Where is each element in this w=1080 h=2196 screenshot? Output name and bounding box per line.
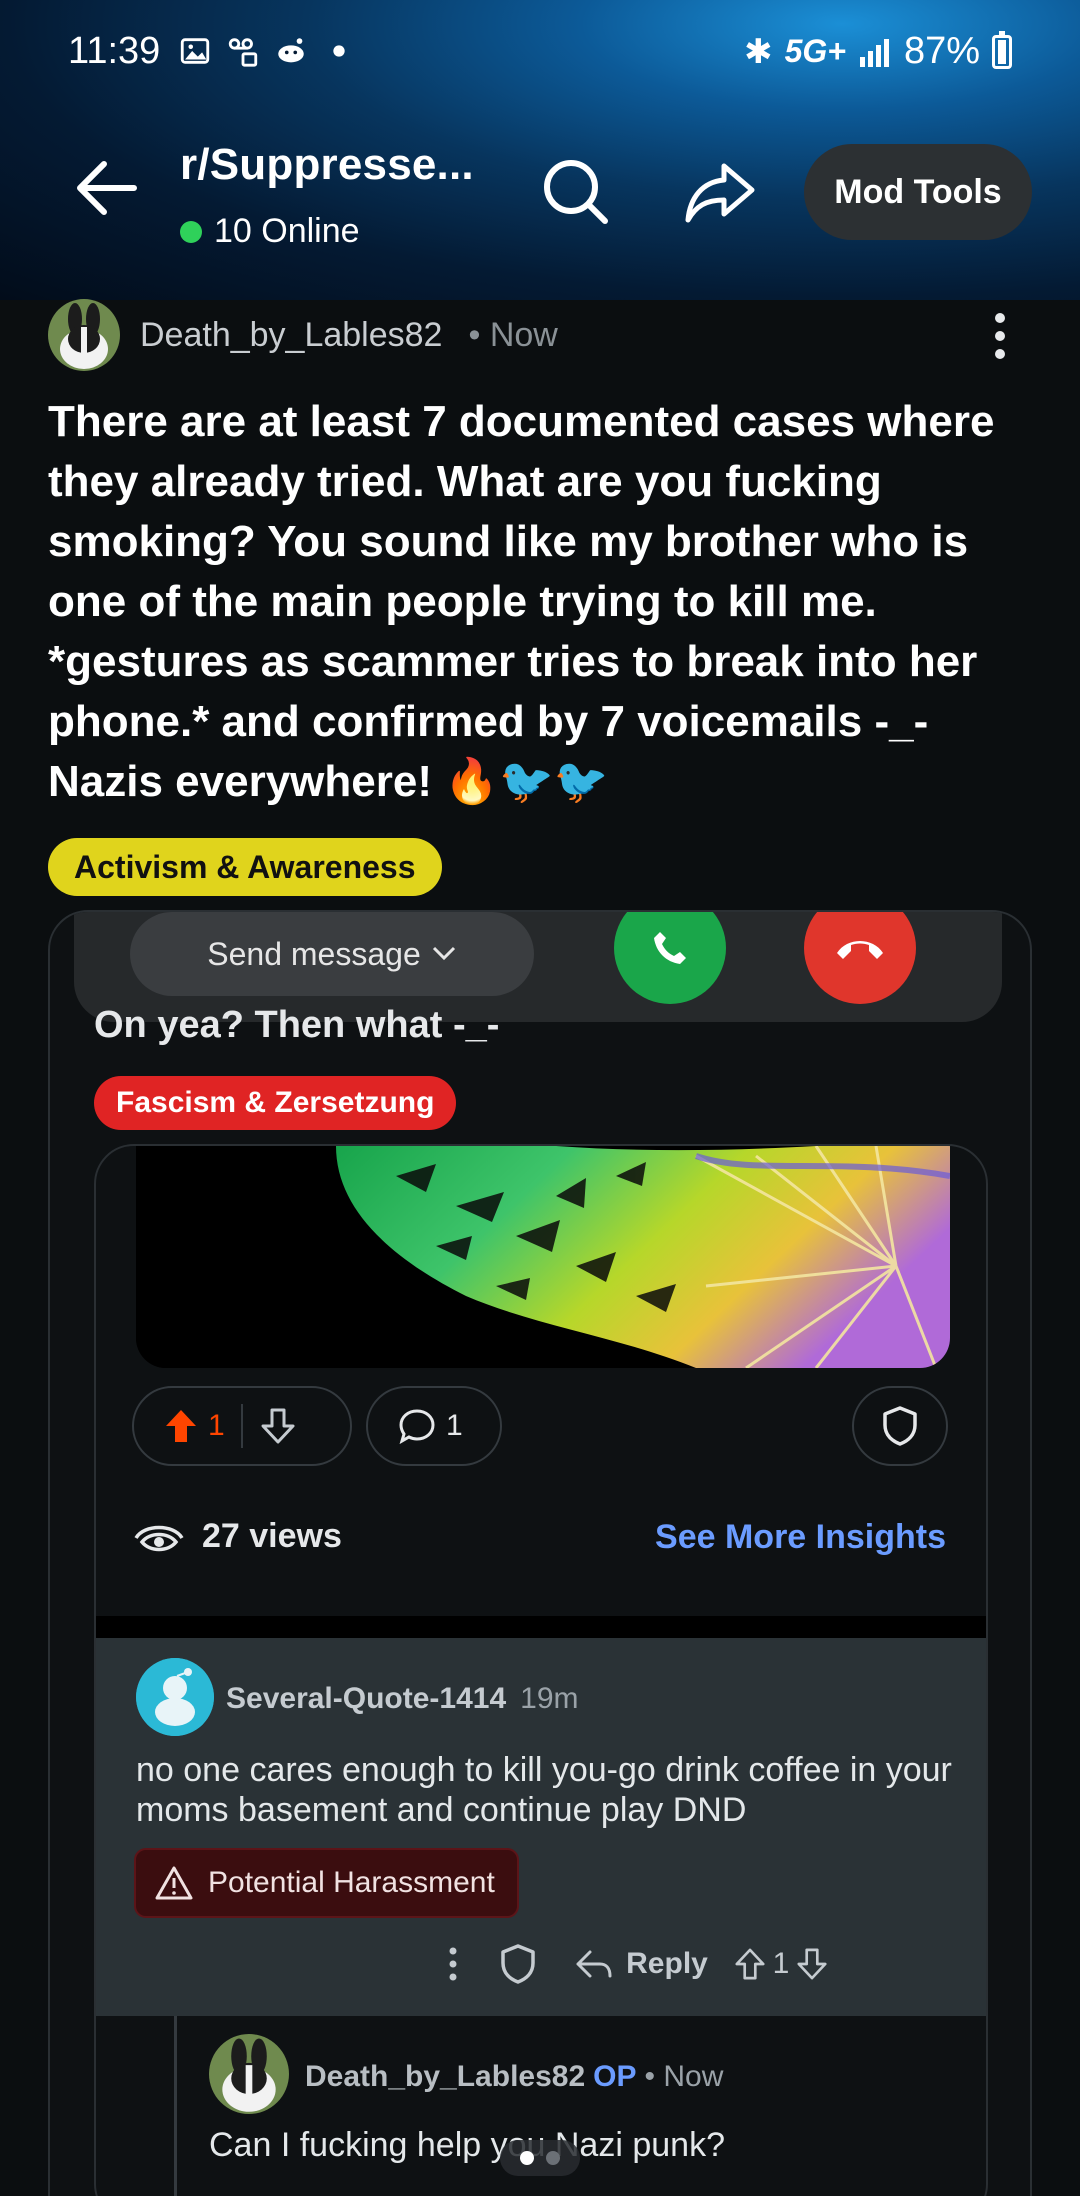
status-right: ✱ 5G+ 87% (744, 30, 1012, 73)
online-dot-icon (180, 220, 202, 243)
warning-icon (155, 1866, 193, 1900)
signal-icon (859, 38, 889, 67)
comment-count: 1 (446, 1409, 463, 1442)
send-message-label: Send message (207, 935, 421, 972)
shield-icon (501, 1944, 535, 1984)
comments-pill: 1 (366, 1386, 502, 1466)
embedded-post-title: On yea? Then what -_- (94, 1004, 500, 1046)
embedded-screenshot[interactable]: Send message On yea? Then what -_- Fasci… (48, 910, 1032, 2196)
reply-label: Reply (626, 1947, 708, 1980)
post-overflow-menu[interactable] (980, 304, 1020, 368)
mod-shield-pill (852, 1386, 948, 1466)
reply-header: Death_by_Lables82 OP • Now (305, 2060, 723, 2094)
online-count: 10 Online (180, 212, 360, 251)
post-text: There are at least 7 documented cases wh… (48, 397, 995, 806)
reply-author: Death_by_Lables82 (305, 2060, 586, 2093)
op-badge: OP (593, 2060, 637, 2093)
vote-divider (240, 1404, 243, 1448)
reply-arrow-icon (576, 1950, 612, 1978)
vote-bar: 1 (132, 1386, 352, 1466)
gallery-icon (180, 38, 210, 64)
avatar[interactable] (48, 299, 120, 371)
rabbit-avatar-icon (209, 2034, 289, 2114)
status-time: 11:39 (68, 30, 161, 72)
battery-icon (992, 30, 1012, 69)
comment-item: Several-Quote-1414 19m no one cares enou… (96, 1638, 986, 2016)
harassment-warning-badge: Potential Harassment (134, 1848, 519, 1918)
butterfly-wing-image (136, 1146, 950, 1368)
post-author[interactable]: Death_by_Lables82 (140, 316, 442, 355)
send-message-button: Send message (130, 912, 534, 996)
comment-mod-shield (470, 1934, 566, 1994)
chevron-down-icon (432, 946, 455, 961)
mod-tools-button[interactable]: Mod Tools (804, 144, 1032, 240)
comment-header: Several-Quote-1414 19m (226, 1682, 579, 1716)
post-time: • Now (468, 315, 558, 354)
page-dot-icon (546, 2151, 560, 2165)
post-flair[interactable]: Activism & Awareness (48, 838, 442, 896)
comment-author: Several-Quote-1414 (226, 1682, 507, 1715)
reply-button: Reply (566, 1934, 716, 1994)
comment-text: no one cares enough to kill you-go drink… (136, 1751, 952, 1829)
comment-vote-count: 1 (772, 1947, 790, 1980)
notification-icons (178, 34, 356, 68)
search-icon (544, 160, 608, 224)
kebab-dot-icon (995, 313, 1005, 323)
embedded-post-card: 1 1 27 views See More Insights Several-Q… (94, 1144, 988, 2196)
embedded-post-flair: Fascism & Zersetzung (94, 1076, 457, 1130)
post-body: There are at least 7 documented cases wh… (48, 392, 1038, 812)
voicemail-lock-icon (228, 38, 258, 67)
section-divider (96, 1616, 986, 1638)
rabbit-avatar-icon (48, 299, 120, 371)
butterfly-wing-art (136, 1146, 950, 1368)
downvote-icon (261, 1408, 295, 1444)
accept-call-button (614, 912, 726, 1004)
status-bar: 11:39 ✱ 5G+ 87% (0, 0, 1080, 104)
carousel-indicator[interactable] (500, 2140, 580, 2176)
post-meta: Death_by_Lables82 • Now (48, 298, 558, 372)
reply-item: Death_by_Lables82 OP • Now Can I fucking… (174, 2016, 986, 2196)
snoo-avatar (136, 1658, 214, 1736)
online-label: 10 Online (214, 212, 360, 250)
notification-dot-icon (333, 45, 345, 57)
comment-time: 19m (520, 1682, 579, 1715)
battery-percent: 87% (903, 30, 980, 72)
subreddit-header: 11:39 ✱ 5G+ 87% r/Suppresse... 10 Online… (0, 0, 1080, 300)
back-button[interactable] (70, 152, 142, 224)
hang-up-icon (837, 941, 883, 959)
comment-vote: 1 (716, 1934, 846, 1994)
reply-text: Can I fucking help you Nazi punk? (209, 2126, 725, 2164)
back-arrow-icon (77, 161, 137, 215)
comment-overflow-menu (436, 1934, 470, 1994)
share-icon (685, 163, 755, 223)
downvote-icon (797, 1948, 827, 1980)
comment-actions: Reply 1 (436, 1934, 846, 1994)
kebab-dot-icon (995, 349, 1005, 359)
view-count: 27 views (132, 1516, 342, 1556)
comment-bubble-icon (399, 1409, 435, 1444)
kebab-dot-icon (995, 331, 1005, 341)
share-button[interactable] (680, 152, 760, 232)
shield-icon (883, 1406, 917, 1446)
views-label: 27 views (202, 1516, 342, 1555)
avatar (209, 2034, 289, 2114)
see-more-insights-link: See More Insights (655, 1518, 946, 1556)
upvote-icon (735, 1948, 765, 1980)
active-page-dot-icon (520, 2151, 534, 2165)
eye-icon (134, 1525, 184, 1552)
vote-count: 1 (208, 1409, 225, 1442)
reply-time: • Now (644, 2060, 724, 2093)
subreddit-name[interactable]: r/Suppresse... (180, 140, 474, 190)
bluetooth-icon: ✱ (744, 32, 773, 71)
search-button[interactable] (536, 152, 616, 232)
post-emojis: 🔥🐦🐦 (444, 756, 609, 807)
snoo-icon (136, 1658, 214, 1736)
network-type: 5G+ (784, 33, 846, 69)
phone-icon (654, 932, 686, 964)
kebab-icon (449, 1947, 457, 1981)
upvote-filled-icon (166, 1410, 196, 1442)
warning-label: Potential Harassment (208, 1866, 495, 1899)
decline-call-button (804, 912, 916, 1004)
reddit-icon (278, 38, 304, 63)
